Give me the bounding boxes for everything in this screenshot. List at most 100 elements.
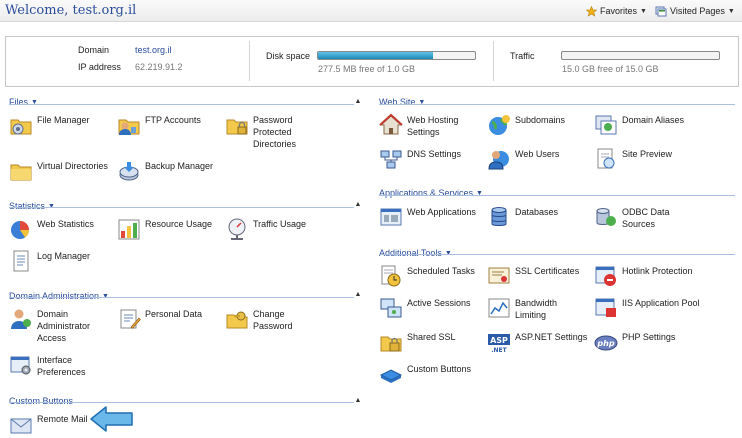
section-web-site-header[interactable]: Web Site ▼ [379, 96, 425, 108]
section-applications-services-header[interactable]: Applications & Services ▼ [379, 187, 483, 199]
scheduled-tasks-link[interactable]: Scheduled Tasks [379, 264, 479, 288]
collapse-up-icon[interactable]: ▲ [353, 97, 363, 107]
chevron-down-icon: ▼ [102, 292, 109, 300]
disk-space-fill [318, 52, 433, 59]
protected-folder-icon [226, 119, 248, 135]
divider [379, 254, 735, 255]
chevron-down-icon: ▼ [640, 7, 647, 15]
php-settings-link[interactable]: php PHP Settings [594, 330, 694, 354]
gauge-icon [228, 218, 246, 240]
divider [249, 41, 250, 81]
active-sessions-link[interactable]: Active Sessions [379, 296, 479, 320]
collapse-up-icon[interactable]: ▲ [353, 200, 363, 210]
section-custom-buttons-header[interactable]: Custom Buttons [9, 395, 73, 407]
domain-aliases-link[interactable]: Domain Aliases [594, 113, 694, 137]
chevron-down-icon: ▼ [444, 249, 452, 257]
item-label: PHP Settings [622, 332, 676, 342]
web-statistics-link[interactable]: Web Statistics [9, 217, 109, 241]
item-label: Databases [515, 207, 559, 217]
item-label: ODBC Data Sources [622, 207, 670, 229]
change-password-link[interactable]: Change Password [225, 307, 325, 332]
log-manager-link[interactable]: Log Manager [9, 249, 109, 273]
web-applications-link[interactable]: Web Applications [379, 205, 479, 229]
domain-administrator-access-link[interactable]: Domain Administrator Access [9, 307, 109, 344]
ftp-accounts-link[interactable]: FTP Accounts [117, 113, 217, 137]
item-label: ASP.NET Settings [515, 332, 588, 342]
certificate-icon [488, 267, 510, 284]
log-document-icon [13, 250, 29, 272]
site-preview-link[interactable]: Site Preview [594, 147, 694, 171]
ip-label: IP address [78, 62, 121, 72]
item-label: Domain Administrator Access [37, 309, 91, 343]
section-domain-administration-header[interactable]: Domain Administration ▼ [9, 290, 109, 302]
traffic-usage-link[interactable]: Traffic Usage [225, 217, 325, 241]
preferences-icon [10, 356, 31, 375]
item-label: Hotlink Protection [622, 266, 693, 276]
item-label: Change Password [253, 309, 293, 331]
web-users-link[interactable]: Web Users [487, 147, 587, 171]
subdomains-link[interactable]: Subdomains [487, 113, 587, 137]
edit-document-icon [120, 309, 141, 329]
section-title: Statistics [9, 201, 46, 211]
file-manager-icon [10, 119, 32, 135]
visited-pages-label: Visited Pages [670, 6, 725, 16]
divider [9, 104, 354, 105]
bandwidth-limiting-link[interactable]: Bandwidth Limiting [487, 296, 587, 321]
php-icon: php [594, 335, 618, 351]
resource-usage-link[interactable]: Resource Usage [117, 217, 217, 241]
item-label: Password Protected Directories [253, 115, 297, 149]
domain-value[interactable]: test.org.il [135, 45, 172, 55]
web-hosting-settings-link[interactable]: Web Hosting Settings [379, 113, 479, 138]
disk-space-text: 277.5 MB free of 1.0 GB [318, 64, 416, 74]
item-label: DNS Settings [407, 149, 462, 159]
shared-ssl-link[interactable]: Shared SSL [379, 330, 479, 354]
traffic-text: 15.0 GB free of 15.0 GB [562, 64, 659, 74]
custom-buttons-link[interactable]: Custom Buttons [379, 362, 479, 386]
folder-icon [10, 164, 32, 181]
divider [9, 402, 354, 403]
item-label: File Manager [37, 115, 90, 125]
backup-manager-icon [119, 162, 139, 181]
favorites-menu[interactable]: Favorites ▼ [586, 4, 647, 18]
dns-settings-link[interactable]: DNS Settings [379, 147, 479, 171]
envelope-icon [10, 418, 32, 434]
password-protected-directories-link[interactable]: Password Protected Directories [225, 113, 333, 150]
application-pool-icon [595, 298, 616, 317]
traffic-bar [561, 51, 720, 60]
section-additional-tools-header[interactable]: Additional Tools ▼ [379, 247, 452, 259]
collapse-up-icon[interactable]: ▲ [353, 396, 363, 406]
key-icon [226, 311, 248, 329]
databases-link[interactable]: Databases [487, 205, 587, 229]
interface-preferences-link[interactable]: Interface Preferences [9, 353, 109, 378]
administrator-icon [11, 309, 31, 329]
asp-net-settings-link[interactable]: ASP .NET ASP.NET Settings [487, 330, 595, 354]
collapse-up-icon[interactable]: ▲ [353, 290, 363, 300]
favorites-label: Favorites [600, 6, 638, 16]
asp-net-icon: ASP .NET [488, 334, 510, 354]
item-label: Subdomains [515, 115, 566, 125]
welcome-title: Welcome, test.org.il [5, 3, 137, 18]
item-label: Site Preview [622, 149, 673, 159]
odbc-data-sources-link[interactable]: ODBC Data Sources [594, 205, 694, 230]
section-title: Additional Tools [379, 248, 442, 258]
iis-application-pool-link[interactable]: IIS Application Pool [594, 296, 702, 320]
file-manager-link[interactable]: File Manager [9, 113, 109, 137]
hotlink-protection-link[interactable]: Hotlink Protection [594, 264, 702, 288]
domain-aliases-icon [595, 115, 617, 135]
section-files-header[interactable]: Files ▼ [9, 96, 38, 108]
item-label: Web Applications [407, 207, 476, 217]
traffic-label: Traffic [510, 51, 535, 61]
globe-icon [489, 115, 510, 135]
preview-page-icon [597, 148, 615, 169]
backup-manager-link[interactable]: Backup Manager [117, 159, 225, 183]
personal-data-link[interactable]: Personal Data [117, 307, 217, 331]
disk-space-label: Disk space [266, 51, 311, 61]
section-statistics-header[interactable]: Statistics ▼ [9, 200, 55, 212]
item-label: Bandwidth Limiting [515, 298, 558, 320]
ssl-certificates-link[interactable]: SSL Certificates [487, 264, 587, 288]
visited-pages-menu[interactable]: Visited Pages ▼ [655, 4, 735, 18]
item-label: Traffic Usage [253, 219, 307, 229]
virtual-directories-link[interactable]: Virtual Directories [9, 159, 117, 183]
item-label: SSL Certificates [515, 266, 580, 276]
bar-chart-icon [118, 219, 140, 240]
